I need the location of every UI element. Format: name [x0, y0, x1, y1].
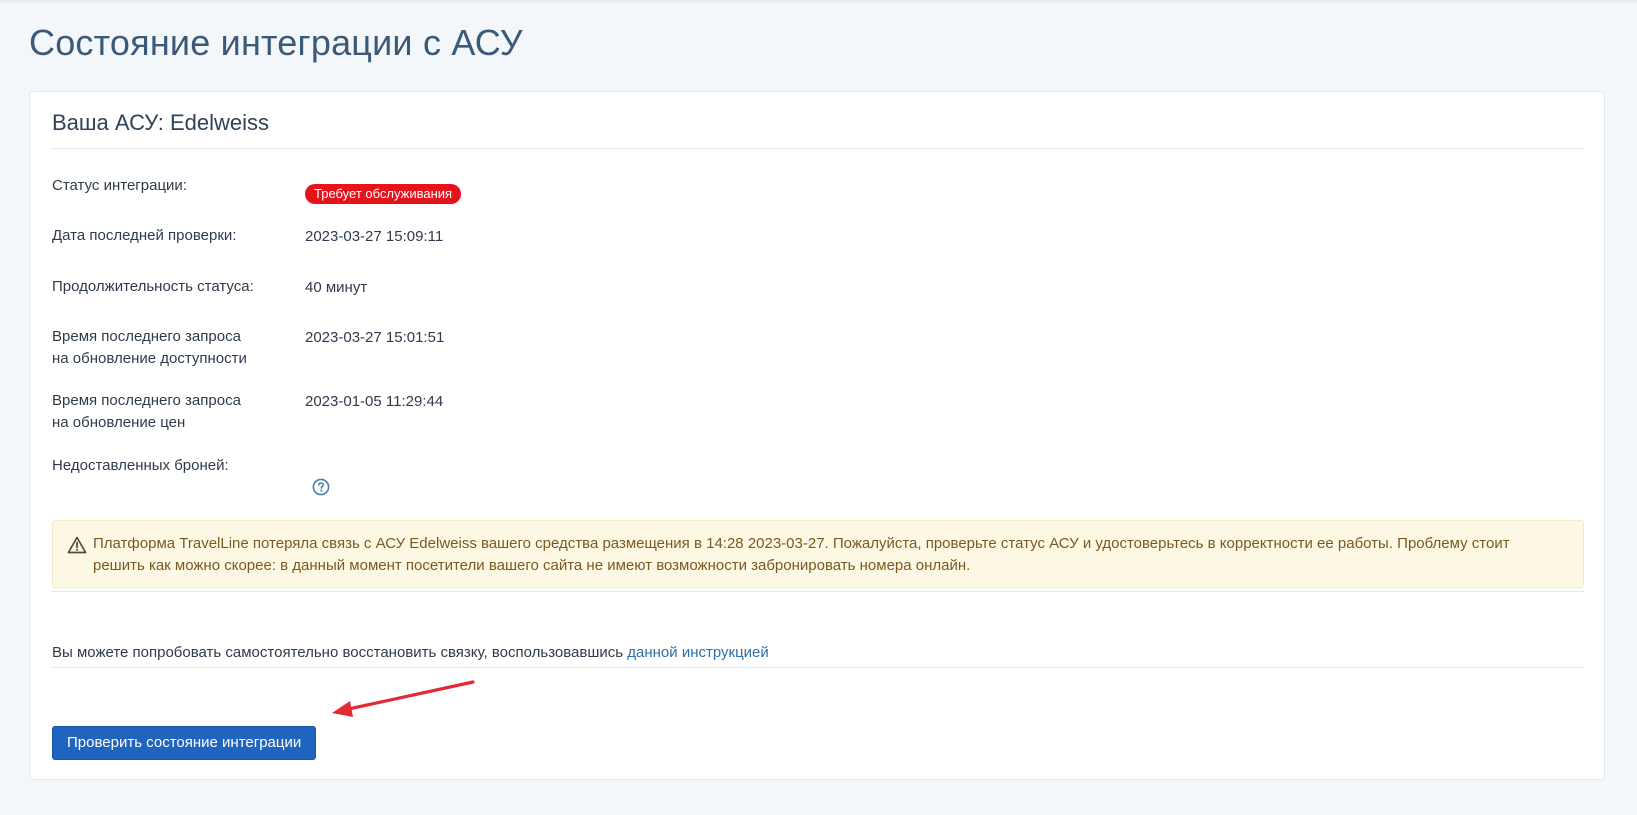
alert-divider	[52, 591, 1584, 592]
top-shadow	[0, 0, 1637, 4]
question-circle-icon[interactable]	[312, 478, 330, 496]
last-check-value: 2023-03-27 15:09:11	[305, 228, 444, 245]
availability-request-label-line2: на обновление доступности	[52, 350, 247, 367]
warning-triangle-icon	[67, 536, 87, 554]
duration-value: 40 минут	[305, 279, 368, 296]
undelivered-label: Недоставленных броней:	[52, 457, 229, 474]
integration-card: Ваша АСУ: Edelweiss Статус интеграции: Т…	[29, 91, 1605, 780]
check-integration-button[interactable]: Проверить состояние интеграции	[52, 726, 317, 760]
restore-info-text: Вы можете попробовать самостоятельно вос…	[52, 644, 628, 661]
status-badge: Требует обслуживания	[305, 184, 462, 204]
page-title: Состояние интеграции с АСУ	[29, 22, 523, 63]
restore-info: Вы можете попробовать самостоятельно вос…	[52, 642, 769, 664]
prices-request-label-line1: Время последнего запроса	[52, 392, 241, 409]
red-arrow-icon	[332, 680, 475, 717]
prices-request-value: 2023-01-05 11:29:44	[305, 393, 444, 410]
availability-request-label-line1: Время последнего запроса	[52, 328, 241, 345]
prices-request-label-line2: на обновление цен	[52, 414, 186, 431]
info-divider	[52, 667, 1584, 668]
card-title: Ваша АСУ: Edelweiss	[52, 110, 270, 135]
availability-request-value: 2023-03-27 15:01:51	[305, 329, 445, 346]
instruction-link[interactable]: данной инструкцией	[627, 644, 769, 661]
prices-request-label: Время последнего запроса на обновление ц…	[52, 390, 292, 434]
warning-alert-text: Платформа TravelLine потеряла связь с АС…	[93, 535, 1510, 574]
warning-alert: Платформа TravelLine потеряла связь с АС…	[52, 520, 1584, 588]
last-check-label: Дата последней проверки:	[52, 227, 237, 244]
availability-request-label: Время последнего запроса на обновление д…	[52, 326, 292, 370]
status-label: Статус интеграции:	[52, 177, 187, 194]
duration-label: Продолжительность статуса:	[52, 278, 254, 295]
title-divider	[52, 148, 1584, 149]
